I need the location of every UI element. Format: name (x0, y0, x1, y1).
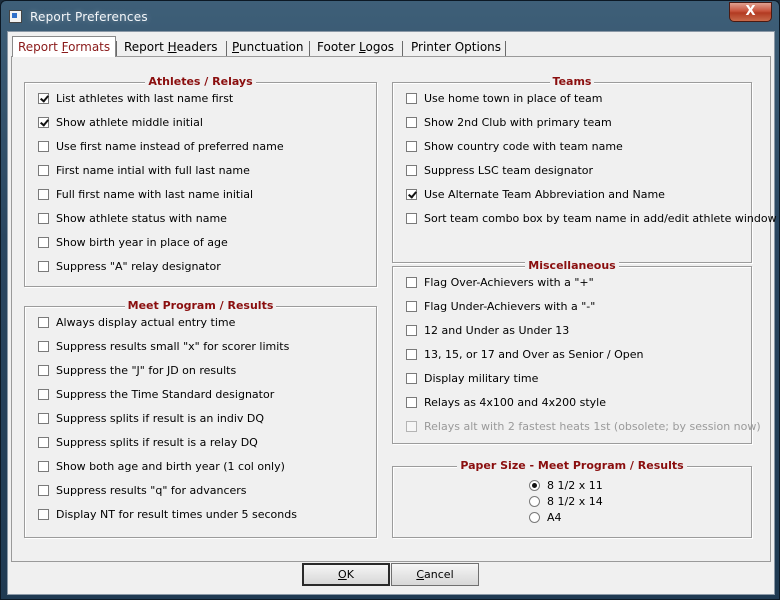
tab-report-headers[interactable]: Report Headers (119, 38, 223, 57)
checkbox-label: Suppress splits if result is an indiv DQ (56, 412, 265, 425)
teams-group: Teams Use home town in place of team Show… (392, 75, 777, 263)
checkbox-box[interactable] (38, 213, 49, 224)
checkbox-box[interactable] (406, 373, 417, 384)
tab-punctuation[interactable]: Punctuation (227, 38, 309, 57)
checkbox-label: Use home town in place of team (424, 92, 603, 105)
checkbox-label: Suppress results "q" for advancers (56, 484, 247, 497)
tab-footer-logos[interactable]: Footer Logos (312, 38, 399, 57)
checkbox-box[interactable] (406, 117, 417, 128)
checkbox-label: Show country code with team name (424, 140, 623, 153)
checkbox-box (406, 421, 417, 432)
checkbox-label: Show athlete status with name (56, 212, 227, 225)
report-preferences-window: Report Preferences X Report Formats Repo… (0, 0, 780, 600)
checkbox-box[interactable] (38, 341, 49, 352)
checkbox-box[interactable] (38, 261, 49, 272)
radio-button[interactable] (529, 480, 540, 491)
checkbox-label: Show birth year in place of age (56, 236, 228, 249)
checkbox-label: Always display actual entry time (56, 316, 236, 329)
checkbox-box[interactable] (38, 413, 49, 424)
checkbox-label: Flag Under-Achievers with a "-" (424, 300, 596, 313)
checkbox-box[interactable] (406, 93, 417, 104)
title-bar[interactable]: Report Preferences X (1, 1, 779, 31)
checkbox-label: Show athlete middle initial (56, 116, 203, 129)
radio-label: 8 1/2 x 11 (547, 479, 603, 492)
checkbox-box[interactable] (38, 389, 49, 400)
radio-label: 8 1/2 x 14 (547, 495, 603, 508)
checkbox-box[interactable] (38, 165, 49, 176)
tab-separator (505, 41, 506, 56)
close-button[interactable]: X (729, 2, 772, 22)
checkbox-label: Suppress the Time Standard designator (56, 388, 275, 401)
checkbox-box[interactable] (38, 485, 49, 496)
checkbox-box[interactable] (406, 165, 417, 176)
group-title: Athletes / Relays (25, 75, 376, 89)
checkbox-box[interactable] (406, 325, 417, 336)
checkbox-label: Show both age and birth year (1 col only… (56, 460, 285, 473)
group-title: Miscellaneous (393, 259, 751, 273)
checkbox-box[interactable] (406, 277, 417, 288)
checkbox-label: Show 2nd Club with primary team (424, 116, 612, 129)
checkbox-label: 12 and Under as Under 13 (424, 324, 570, 337)
checkbox-label: Suppress LSC team designator (424, 164, 594, 177)
checkbox-box[interactable] (38, 365, 49, 376)
report-formats-panel: Athletes / Relays List athletes with las… (11, 56, 777, 562)
paper-size-group: Paper Size - Meet Program / Results 8 1/… (392, 459, 752, 538)
checkbox-box[interactable] (38, 509, 49, 520)
tab-separator (402, 41, 403, 56)
ok-button[interactable]: OK (302, 563, 390, 586)
tab-printer-options[interactable]: Printer Options (406, 38, 506, 57)
checkbox-label: List athletes with last name first (56, 92, 234, 105)
cancel-button[interactable]: Cancel (391, 563, 479, 586)
checkbox-box[interactable] (406, 349, 417, 360)
checkbox-label: Sort team combo box by team name in add/… (424, 212, 777, 225)
checkbox-label: Use first name instead of preferred name (56, 140, 284, 153)
tab-separator (309, 41, 310, 56)
checkbox-label: First name intial with full last name (56, 164, 250, 177)
checkbox-box[interactable] (406, 141, 417, 152)
checkbox-box[interactable] (406, 397, 417, 408)
checkbox-box[interactable] (38, 317, 49, 328)
checkbox-box[interactable] (38, 461, 49, 472)
checkbox-box[interactable] (38, 93, 49, 104)
meet-program-results-group: Meet Program / Results Always display ac… (24, 299, 377, 538)
dialog-client-area: Report Formats Report Headers Punctuatio… (7, 31, 777, 595)
checkbox-label: Suppress splits if result is a relay DQ (56, 436, 258, 449)
window-title: Report Preferences (30, 10, 148, 24)
group-title: Meet Program / Results (25, 299, 376, 313)
checkbox-label: Flag Over-Achievers with a "+" (424, 276, 594, 289)
checkbox-label: Display NT for result times under 5 seco… (56, 508, 297, 521)
athletes-relays-group: Athletes / Relays List athletes with las… (24, 75, 377, 287)
checkbox-box[interactable] (38, 437, 49, 448)
checkbox-label: Full first name with last name initial (56, 188, 254, 201)
radio-button[interactable] (529, 496, 540, 507)
close-icon: X (745, 4, 756, 19)
group-title: Paper Size - Meet Program / Results (393, 459, 751, 473)
checkbox-label: Suppress results small "x" for scorer li… (56, 340, 290, 353)
checkbox-label: Display military time (424, 372, 539, 385)
group-title: Teams (393, 75, 751, 89)
miscellaneous-group: Miscellaneous Flag Over-Achievers with a… (392, 259, 761, 444)
checkbox-box[interactable] (406, 301, 417, 312)
radio-label: A4 (547, 511, 562, 524)
checkbox-label: Relays as 4x100 and 4x200 style (424, 396, 606, 409)
checkbox-box[interactable] (406, 189, 417, 200)
checkbox-box[interactable] (38, 237, 49, 248)
tab-report-formats[interactable]: Report Formats (12, 36, 117, 57)
checkbox-box[interactable] (406, 213, 417, 224)
checkbox-box[interactable] (38, 189, 49, 200)
radio-button[interactable] (529, 512, 540, 523)
checkbox-label: Relays alt with 2 fastest heats 1st (obs… (424, 420, 761, 433)
checkbox-label: 13, 15, or 17 and Over as Senior / Open (424, 348, 644, 361)
checkbox-box[interactable] (38, 117, 49, 128)
checkbox-label: Use Alternate Team Abbreviation and Name (424, 188, 665, 201)
checkbox-label: Suppress the "J" for JD on results (56, 364, 237, 377)
checkbox-box[interactable] (38, 141, 49, 152)
app-window-icon (9, 10, 22, 23)
checkbox-label: Suppress "A" relay designator (56, 260, 221, 273)
